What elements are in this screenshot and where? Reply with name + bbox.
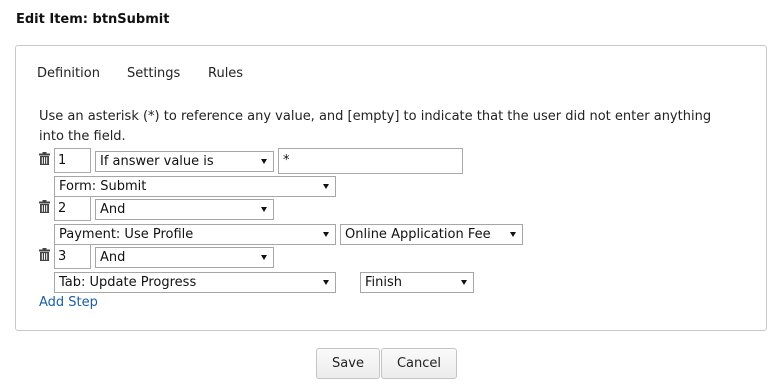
step-action-select[interactable]: Payment: Use Profile [54, 224, 336, 245]
step-condition-select[interactable]: And [95, 199, 274, 220]
tab-rules[interactable]: Rules [208, 66, 243, 81]
step-condition-select[interactable]: If answer value is [95, 151, 274, 172]
step-number-field[interactable]: 2 [54, 196, 91, 221]
selected-value: And [100, 250, 126, 265]
rules-panel: Definition Settings Rules Use an asteris… [15, 45, 767, 331]
dialog-title: Edit Item: btnSubmit [16, 12, 170, 27]
step-number-field[interactable]: 1 [54, 148, 91, 173]
chevron-down-icon [323, 232, 329, 237]
selected-value: Online Application Fee [345, 227, 491, 242]
selected-value: Tab: Update Progress [59, 275, 197, 290]
step-condition-select[interactable]: And [95, 247, 274, 268]
chevron-down-icon [261, 159, 267, 164]
chevron-down-icon [510, 232, 516, 237]
chevron-down-icon [323, 280, 329, 285]
step-action-option-select[interactable]: Finish [360, 272, 474, 293]
trash-icon[interactable] [39, 248, 50, 261]
step-value-input[interactable]: * [278, 148, 463, 174]
selected-value: Finish [365, 275, 403, 290]
chevron-down-icon [261, 207, 267, 212]
rules-description: Use an asterisk (*) to reference any val… [39, 109, 712, 144]
tab-settings[interactable]: Settings [127, 66, 180, 81]
step-action-select[interactable]: Form: Submit [54, 176, 336, 197]
selected-value: Payment: Use Profile [59, 227, 194, 242]
step-action-select[interactable]: Tab: Update Progress [54, 272, 336, 293]
cancel-button[interactable]: Cancel [381, 348, 457, 379]
selected-value: And [100, 202, 126, 217]
trash-icon[interactable] [39, 152, 50, 165]
chevron-down-icon [461, 280, 467, 285]
selected-value: Form: Submit [59, 179, 147, 194]
tab-definition[interactable]: Definition [37, 66, 100, 81]
selected-value: If answer value is [100, 154, 214, 169]
step-action-option-select[interactable]: Online Application Fee [340, 224, 523, 245]
step-number-field[interactable]: 3 [54, 244, 91, 269]
chevron-down-icon [323, 184, 329, 189]
save-button[interactable]: Save [316, 348, 380, 379]
chevron-down-icon [261, 255, 267, 260]
trash-icon[interactable] [39, 200, 50, 213]
add-step-link[interactable]: Add Step [39, 295, 98, 310]
